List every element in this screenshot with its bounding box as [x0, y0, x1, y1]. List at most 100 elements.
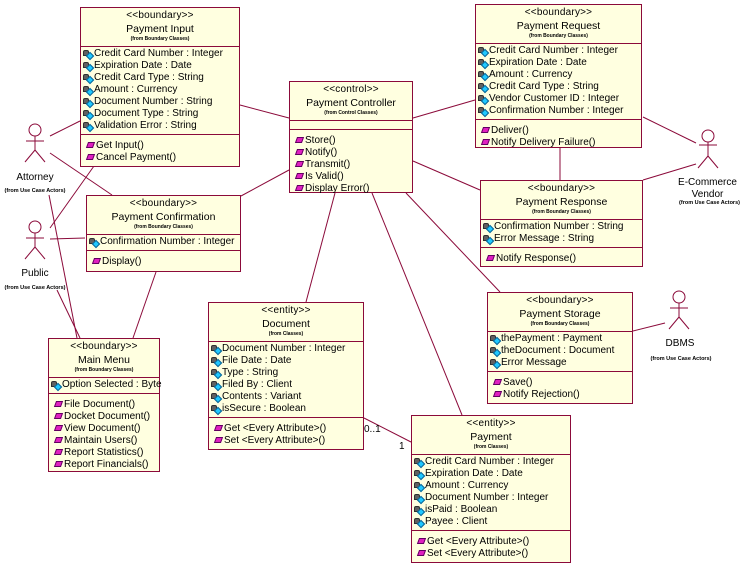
assoc-controller-payment-request[interactable]: [412, 99, 476, 119]
class-name: Payment: [470, 431, 512, 443]
class-document[interactable]: <<entity>> Document (from Classes) Document…: [208, 302, 364, 450]
attribute-row[interactable]: Document Number : Integer: [414, 492, 568, 504]
operation-row[interactable]: Notify Response(): [485, 253, 640, 265]
attribute-row[interactable]: Payee : Client: [414, 516, 568, 528]
operation-row[interactable]: Notify(): [294, 147, 410, 159]
operation-row[interactable]: Cancel Payment(): [85, 152, 237, 164]
attribute-row[interactable]: Expiration Date : Date: [83, 60, 237, 72]
class-stereotype: <<boundary>>: [527, 183, 596, 194]
operation-row[interactable]: File Document(): [53, 399, 157, 411]
attribute-row[interactable]: isPaid : Boolean: [414, 504, 568, 516]
class-payment-storage[interactable]: <<boundary>> Payment Storage (from Boundar…: [487, 292, 633, 404]
attribute-row[interactable]: thePayment : Payment: [490, 333, 630, 345]
public-operation-icon: [53, 436, 64, 443]
operation-text: Maintain Users(): [64, 435, 138, 446]
attribute-row[interactable]: Credit Card Number : Integer: [414, 456, 568, 468]
assoc-attorney-main-menu[interactable]: [48, 194, 78, 339]
attribute-row[interactable]: Confirmation Number : Integer: [478, 105, 639, 117]
attribute-row[interactable]: Confirmation Number : String: [483, 221, 640, 233]
operation-row[interactable]: Get Input(): [85, 140, 237, 152]
class-attributes: Credit Card Number : Integer Expiration D…: [412, 455, 570, 531]
operation-row[interactable]: Is Valid(): [294, 171, 410, 183]
operation-row[interactable]: Transmit(): [294, 159, 410, 171]
assoc-controller-payment[interactable]: [371, 192, 463, 416]
operation-row[interactable]: Notify Rejection(): [492, 389, 630, 401]
private-attribute-icon: [83, 109, 95, 120]
attribute-row[interactable]: Confirmation Number : Integer: [89, 236, 238, 248]
assoc-public-payment-confirmation[interactable]: [49, 237, 86, 240]
attribute-row[interactable]: Document Type : String: [83, 108, 237, 120]
attribute-row[interactable]: Amount : Currency: [83, 84, 237, 96]
assoc-confirmation-controller[interactable]: [240, 169, 290, 197]
attorney-actor-icon[interactable]: [24, 123, 46, 163]
attribute-row[interactable]: Amount : Currency: [414, 480, 568, 492]
class-operations: Notify Response(): [481, 248, 642, 267]
operation-text: Set <Every Attribute>(): [224, 435, 326, 446]
operation-row[interactable]: Deliver(): [480, 125, 639, 137]
attribute-row[interactable]: Document Number : Integer: [211, 343, 361, 355]
assoc-storage-dbms[interactable]: [632, 322, 666, 332]
class-payment-controller[interactable]: <<control>> Payment Controller (from Contr…: [289, 81, 413, 195]
ecommerce-vendor-actor-icon[interactable]: [697, 129, 719, 169]
operation-row[interactable]: Docket Document(): [53, 411, 157, 423]
operation-row[interactable]: Set <Every Attribute>(): [213, 435, 361, 447]
operation-row[interactable]: Get <Every Attribute>(): [416, 536, 568, 548]
attribute-row[interactable]: Credit Card Number : Integer: [478, 45, 639, 57]
operation-row[interactable]: Save(): [492, 377, 630, 389]
class-payment-request[interactable]: <<boundary>> Payment Request (from Boundar…: [475, 4, 642, 148]
multiplicity-document-end: 0..1: [364, 424, 381, 435]
attribute-row[interactable]: Option Selected : Byte: [51, 379, 162, 391]
attribute-row[interactable]: Error Message : String: [483, 233, 640, 245]
attribute-row[interactable]: Document Number : String: [83, 96, 237, 108]
dbms-actor-icon[interactable]: [668, 290, 690, 330]
class-payment[interactable]: <<entity>> Payment (from Classes) Credit Ca…: [411, 415, 571, 563]
assoc-confirmation-main-menu[interactable]: [132, 271, 157, 339]
operation-row[interactable]: Display(): [91, 256, 238, 268]
attribute-row[interactable]: Credit Card Number : Integer: [83, 48, 237, 60]
assoc-controller-payment-response[interactable]: [412, 160, 481, 191]
operation-row[interactable]: Set <Every Attribute>(): [416, 548, 568, 560]
class-payment-response[interactable]: <<boundary>> Payment Response (from Bounda…: [480, 180, 643, 267]
assoc-public-main-menu[interactable]: [56, 289, 81, 339]
attribute-row[interactable]: Filed By : Client: [211, 379, 361, 391]
private-attribute-icon: [478, 70, 490, 81]
class-payment-confirmation[interactable]: <<boundary>> Payment Confirmation (from Bo…: [86, 195, 241, 272]
attribute-row[interactable]: Credit Card Type : String: [478, 81, 639, 93]
attribute-row[interactable]: Expiration Date : Date: [478, 57, 639, 69]
attribute-row[interactable]: Contents : Variant: [211, 391, 361, 403]
operation-text: Notify(): [305, 147, 338, 158]
private-attribute-icon: [83, 121, 95, 132]
attribute-row[interactable]: isSecure : Boolean: [211, 403, 361, 415]
attribute-row[interactable]: Amount : Currency: [478, 69, 639, 81]
operation-row[interactable]: Display Error(): [294, 183, 410, 195]
class-name: Main Menu: [78, 354, 130, 366]
operation-row[interactable]: Report Financials(): [53, 459, 157, 471]
assoc-controller-document[interactable]: [305, 192, 336, 303]
operation-text: Report Statistics(): [64, 447, 144, 458]
attribute-row[interactable]: theDocument : Document: [490, 345, 630, 357]
attribute-row[interactable]: Expiration Date : Date: [414, 468, 568, 480]
attribute-row[interactable]: Validation Error : String: [83, 120, 237, 132]
operation-row[interactable]: Maintain Users(): [53, 435, 157, 447]
attribute-row[interactable]: File Date : Date: [211, 355, 361, 367]
assoc-attorney-payment-input[interactable]: [49, 120, 81, 137]
class-main-menu[interactable]: <<boundary>> Main Menu (from Boundary Clas…: [48, 338, 162, 472]
public-actor-icon[interactable]: [24, 220, 46, 260]
attribute-text: Document Number : Integer: [222, 343, 346, 354]
attribute-row[interactable]: Error Message: [490, 357, 630, 369]
attribute-row[interactable]: Vendor Customer ID : Integer: [478, 93, 639, 105]
operation-row[interactable]: Notify Delivery Failure(): [480, 137, 639, 149]
operation-row[interactable]: View Document(): [53, 423, 157, 435]
attribute-text: Confirmation Number : Integer: [100, 236, 235, 247]
operation-row[interactable]: Get <Every Attribute>(): [213, 423, 361, 435]
operation-row[interactable]: Store(): [294, 135, 410, 147]
operation-row[interactable]: Report Statistics(): [53, 447, 157, 459]
operation-text: Notify Delivery Failure(): [491, 137, 596, 148]
class-payment-input[interactable]: <<boundary>> Payment Input (from Boundary …: [80, 7, 240, 167]
assoc-payment-input-controller[interactable]: [239, 104, 290, 119]
attribute-row[interactable]: Type : String: [211, 367, 361, 379]
private-attribute-icon: [478, 46, 490, 57]
attribute-row[interactable]: Credit Card Type : String: [83, 72, 237, 84]
public-operation-icon: [480, 126, 491, 133]
assoc-request-vendor[interactable]: [642, 116, 697, 144]
